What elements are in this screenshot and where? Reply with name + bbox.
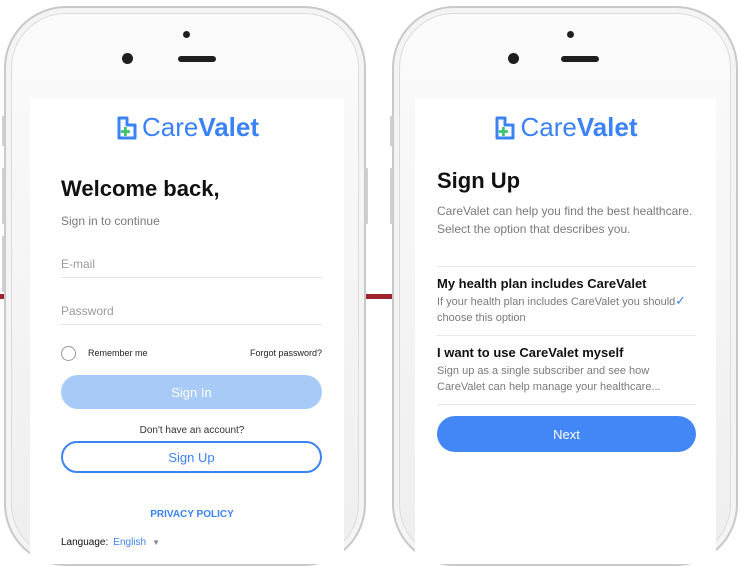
login-screen: Care Valet Welcome back, Sign in to conti… <box>30 98 344 564</box>
privacy-policy-link[interactable]: PRIVACY POLICY <box>30 509 344 520</box>
no-account-text: Don't have an account? <box>139 425 245 436</box>
phone-sensor-dot <box>183 31 190 38</box>
option-description: Sign up as a single subscriber and see h… <box>437 365 661 393</box>
phone-camera <box>122 53 133 64</box>
phone-side-button <box>2 168 5 224</box>
phone-side-button <box>2 116 5 146</box>
phone-speaker <box>561 56 599 62</box>
phone-side-button <box>365 168 368 224</box>
brand-name-light: Care <box>141 112 199 142</box>
remember-me-label[interactable]: Remember me <box>88 348 148 358</box>
sign-up-button[interactable]: Sign Up <box>61 441 322 473</box>
checkmark-icon: ✓ <box>675 293 686 308</box>
carevalet-logo-icon <box>495 116 515 139</box>
phone-side-button <box>2 236 5 292</box>
password-placeholder: Password <box>61 304 114 318</box>
page-title: Welcome back, <box>61 176 220 201</box>
page-title: Sign Up <box>437 168 521 193</box>
remember-me-radio[interactable] <box>61 345 76 361</box>
options-bottom-divider <box>437 404 696 405</box>
sign-in-button[interactable]: Sign In <box>61 375 322 409</box>
phone-frame-signup: Care Valet Sign Up CareValet can help you… <box>390 6 738 566</box>
language-label: Language: <box>61 537 109 548</box>
option-title: My health plan includes CareValet <box>437 276 647 291</box>
email-field[interactable]: E-mail <box>61 257 322 278</box>
brand-name-bold: Valet <box>198 112 260 142</box>
password-field[interactable]: Password <box>61 304 322 325</box>
phone-speaker <box>178 56 216 62</box>
phone-side-button <box>390 116 393 146</box>
option-self-subscriber[interactable]: I want to use CareValet myself Sign up a… <box>437 335 696 403</box>
option-health-plan[interactable]: My health plan includes CareValet If you… <box>437 266 696 334</box>
forgot-password-link[interactable]: Forgot password? <box>250 348 322 358</box>
page-subtitle: Sign in to continue <box>61 214 160 228</box>
brand-name-bold: Valet <box>576 112 638 142</box>
phone-sensor-dot <box>567 31 574 38</box>
signup-description: CareValet can help you find the best hea… <box>437 204 693 236</box>
option-description: If your health plan includes CareValet y… <box>437 296 676 324</box>
phone-side-button <box>390 168 393 224</box>
carevalet-logo: Care Valet <box>30 112 344 143</box>
next-button[interactable]: Next <box>437 416 696 452</box>
phone-camera <box>508 53 519 64</box>
carevalet-logo: Care Valet <box>415 112 716 143</box>
carevalet-logo-icon <box>117 116 137 139</box>
language-value[interactable]: English <box>113 537 146 548</box>
remember-row: Remember me Forgot password? <box>61 343 322 363</box>
brand-name-light: Care <box>520 112 577 142</box>
language-selector[interactable]: Language: English ▼ <box>61 537 160 548</box>
email-placeholder: E-mail <box>61 257 96 271</box>
signup-screen: Care Valet Sign Up CareValet can help you… <box>415 98 716 564</box>
option-title: I want to use CareValet myself <box>437 345 624 360</box>
phone-frame-login: Care Valet Welcome back, Sign in to conti… <box>2 6 368 566</box>
